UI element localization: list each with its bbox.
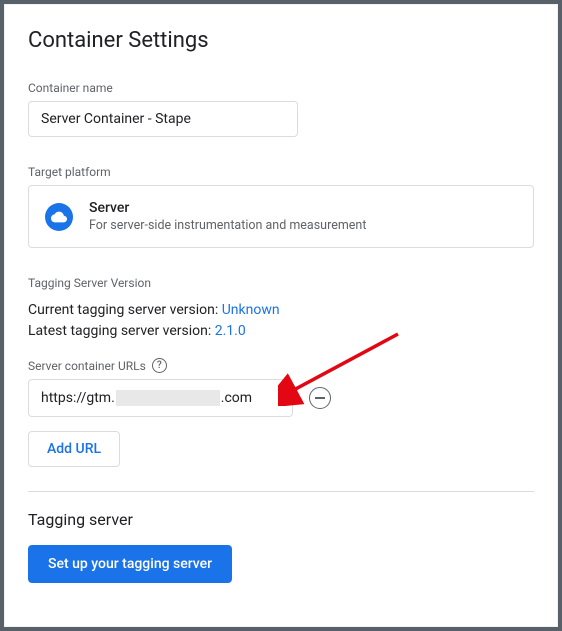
container-name-input[interactable] xyxy=(28,101,298,137)
server-url-input[interactable]: https://gtm..com xyxy=(28,379,293,417)
add-url-button[interactable]: Add URL xyxy=(28,431,120,467)
setup-tagging-server-button[interactable]: Set up your tagging server xyxy=(28,545,232,583)
platform-card[interactable]: Server For server-side instrumentation a… xyxy=(28,185,534,248)
tagging-server-title: Tagging server xyxy=(28,510,534,529)
page-title: Container Settings xyxy=(28,28,534,53)
divider xyxy=(28,491,534,492)
server-urls-label: Server container URLs xyxy=(28,359,146,373)
tagging-version-label: Tagging Server Version xyxy=(28,276,534,290)
minus-icon xyxy=(315,397,325,399)
redacted-segment xyxy=(116,390,220,406)
target-platform-label: Target platform xyxy=(28,165,534,179)
platform-description: For server-side instrumentation and meas… xyxy=(89,218,366,233)
latest-version-link[interactable]: 2.1.0 xyxy=(215,323,246,339)
current-version-link[interactable]: Unknown xyxy=(222,302,280,318)
latest-version-line: Latest tagging server version: 2.1.0 xyxy=(28,321,534,342)
remove-url-button[interactable] xyxy=(309,387,331,409)
platform-name: Server xyxy=(89,200,366,216)
help-icon[interactable]: ? xyxy=(152,358,167,373)
current-version-line: Current tagging server version: Unknown xyxy=(28,300,534,321)
container-name-label: Container name xyxy=(28,81,534,95)
cloud-icon xyxy=(45,203,73,231)
